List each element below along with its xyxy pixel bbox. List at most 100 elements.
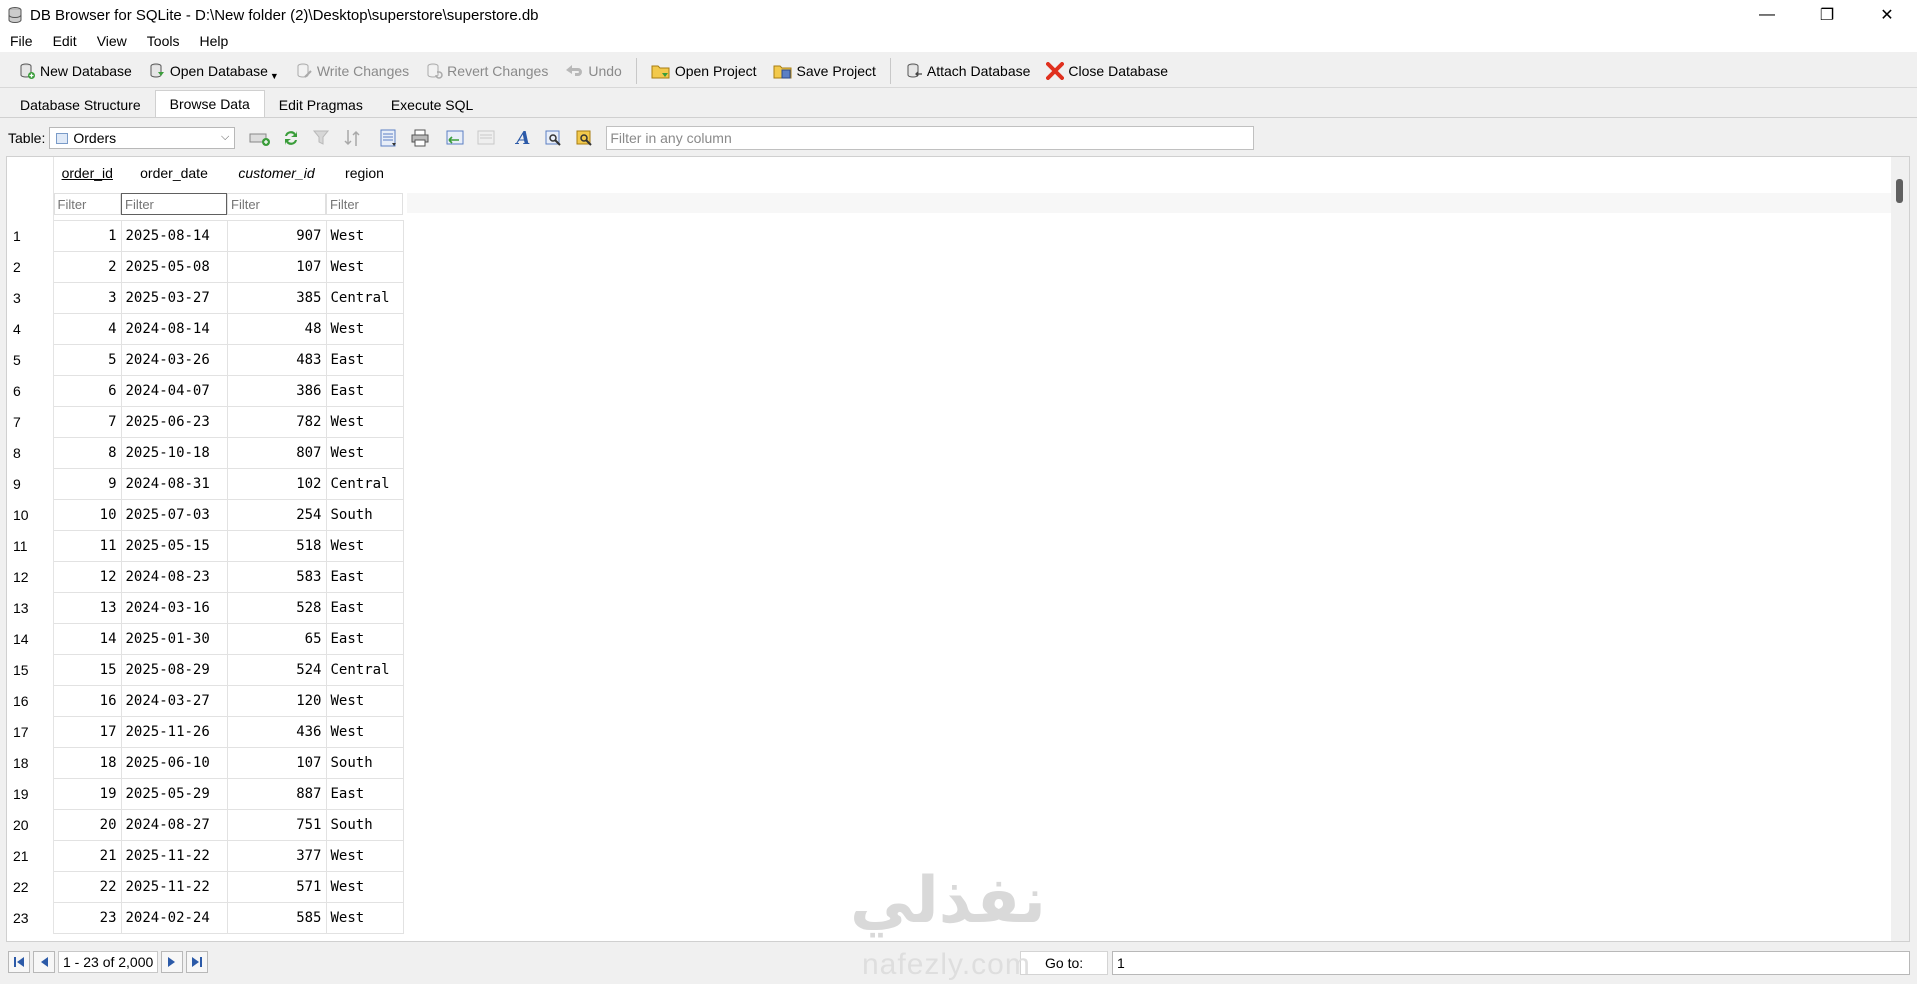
cell-customer-id[interactable]: 385 <box>226 281 327 314</box>
cell-customer-id[interactable]: 907 <box>226 219 327 252</box>
cell-region[interactable]: Central <box>325 653 404 686</box>
table-row[interactable]: 17 17 2025-11-26 436 West <box>7 715 404 748</box>
cell-order-date[interactable]: 2024-04-07 <box>120 374 228 407</box>
table-row[interactable]: 15 15 2025-08-29 524 Central <box>7 653 404 686</box>
cell-order-date[interactable]: 2024-08-27 <box>120 808 228 841</box>
cell-order-date[interactable]: 2025-06-10 <box>120 746 228 779</box>
cell-order-date[interactable]: 2024-08-14 <box>120 312 228 345</box>
cell-customer-id[interactable]: 377 <box>226 839 327 872</box>
open-project-button[interactable]: Open Project <box>643 57 765 85</box>
cell-order-id[interactable]: 11 <box>52 529 122 562</box>
maximize-button[interactable]: ❐ <box>1797 0 1857 30</box>
filter-customer-id-input[interactable] <box>227 193 326 216</box>
table-row[interactable]: 7 7 2025-06-23 782 West <box>7 405 404 438</box>
cell-order-id[interactable]: 15 <box>52 653 122 686</box>
cell-order-date[interactable]: 2024-03-27 <box>120 684 228 717</box>
font-style-icon[interactable]: A <box>510 125 536 151</box>
refresh-icon[interactable] <box>278 125 304 151</box>
cell-customer-id[interactable]: 48 <box>226 312 327 345</box>
cell-region[interactable]: West <box>325 312 404 345</box>
row-number[interactable]: 11 <box>7 530 54 561</box>
cell-order-id[interactable]: 19 <box>52 777 122 810</box>
cell-region[interactable]: South <box>325 498 404 531</box>
cell-region[interactable]: West <box>325 529 404 562</box>
column-header-region[interactable]: region <box>326 157 403 189</box>
cell-customer-id[interactable]: 483 <box>226 343 327 376</box>
minimize-button[interactable]: — <box>1737 0 1797 30</box>
table-row[interactable]: 8 8 2025-10-18 807 West <box>7 436 404 469</box>
cell-order-id[interactable]: 23 <box>52 901 122 934</box>
table-row[interactable]: 5 5 2024-03-26 483 East <box>7 343 404 376</box>
cell-customer-id[interactable]: 518 <box>226 529 327 562</box>
filter-order-id-input[interactable] <box>53 193 121 216</box>
menu-view[interactable]: View <box>87 33 137 49</box>
tab-edit-pragmas[interactable]: Edit Pragmas <box>265 93 377 117</box>
cell-customer-id[interactable]: 386 <box>226 374 327 407</box>
row-number[interactable]: 14 <box>7 623 54 654</box>
previous-record-icon[interactable] <box>443 125 469 151</box>
cell-region[interactable]: West <box>325 870 404 903</box>
table-row[interactable]: 11 11 2025-05-15 518 West <box>7 529 404 562</box>
cell-customer-id[interactable]: 107 <box>226 250 327 283</box>
menu-edit[interactable]: Edit <box>43 33 87 49</box>
row-number[interactable]: 2 <box>7 251 54 282</box>
cell-region[interactable]: West <box>325 715 404 748</box>
first-page-button[interactable] <box>8 951 30 973</box>
row-number[interactable]: 3 <box>7 282 54 313</box>
cell-order-id[interactable]: 9 <box>52 467 122 500</box>
cell-order-id[interactable]: 10 <box>52 498 122 531</box>
cell-order-date[interactable]: 2024-03-26 <box>120 343 228 376</box>
cell-order-date[interactable]: 2025-11-22 <box>120 870 228 903</box>
cell-region[interactable]: West <box>325 684 404 717</box>
cell-order-id[interactable]: 13 <box>52 591 122 624</box>
cell-order-date[interactable]: 2025-08-29 <box>120 653 228 686</box>
cell-order-id[interactable]: 3 <box>52 281 122 314</box>
table-row[interactable]: 13 13 2024-03-16 528 East <box>7 591 404 624</box>
next-page-button[interactable] <box>161 951 184 973</box>
save-table-icon[interactable] <box>376 125 402 151</box>
find-replace-icon[interactable] <box>572 125 598 151</box>
row-number[interactable]: 4 <box>7 313 54 344</box>
cell-order-id[interactable]: 20 <box>52 808 122 841</box>
cell-customer-id[interactable]: 782 <box>226 405 327 438</box>
cell-order-date[interactable]: 2024-03-16 <box>120 591 228 624</box>
cell-region[interactable]: South <box>325 746 404 779</box>
cell-customer-id[interactable]: 571 <box>226 870 327 903</box>
cell-customer-id[interactable]: 887 <box>226 777 327 810</box>
row-number[interactable]: 23 <box>7 902 54 933</box>
cell-customer-id[interactable]: 254 <box>226 498 327 531</box>
revert-changes-button[interactable]: Revert Changes <box>417 57 556 85</box>
cell-region[interactable]: East <box>325 560 404 593</box>
cell-customer-id[interactable]: 807 <box>226 436 327 469</box>
table-row[interactable]: 14 14 2025-01-30 65 East <box>7 622 404 655</box>
cell-region[interactable]: West <box>325 250 404 283</box>
cell-order-id[interactable]: 18 <box>52 746 122 779</box>
next-record-icon[interactable] <box>474 125 500 151</box>
cell-order-id[interactable]: 12 <box>52 560 122 593</box>
tab-database-structure[interactable]: Database Structure <box>6 93 155 117</box>
cell-region[interactable]: Central <box>325 281 404 314</box>
row-number[interactable]: 20 <box>7 809 54 840</box>
cell-region[interactable]: West <box>325 405 404 438</box>
table-row[interactable]: 12 12 2024-08-23 583 East <box>7 560 404 593</box>
table-row[interactable]: 16 16 2024-03-27 120 West <box>7 684 404 717</box>
menu-help[interactable]: Help <box>189 33 238 49</box>
tab-browse-data[interactable]: Browse Data <box>154 90 265 117</box>
row-number[interactable]: 7 <box>7 406 54 437</box>
row-number[interactable]: 17 <box>7 716 54 747</box>
table-select[interactable]: Orders ⌵ <box>49 127 236 149</box>
cell-region[interactable]: West <box>325 901 404 934</box>
cell-order-id[interactable]: 4 <box>52 312 122 345</box>
find-icon[interactable] <box>541 125 567 151</box>
row-number[interactable]: 9 <box>7 468 54 499</box>
cell-order-date[interactable]: 2025-01-30 <box>120 622 228 655</box>
clear-filters-icon[interactable] <box>309 125 335 151</box>
row-number[interactable]: 6 <box>7 375 54 406</box>
column-header-customer-id[interactable]: customer_id <box>227 157 326 189</box>
cell-region[interactable]: East <box>325 343 404 376</box>
table-row[interactable]: 1 1 2025-08-14 907 West <box>7 219 404 252</box>
cell-order-id[interactable]: 1 <box>52 219 122 252</box>
column-header-order-id[interactable]: order_id <box>53 157 121 189</box>
cell-region[interactable]: West <box>325 219 404 252</box>
cell-region[interactable]: East <box>325 777 404 810</box>
